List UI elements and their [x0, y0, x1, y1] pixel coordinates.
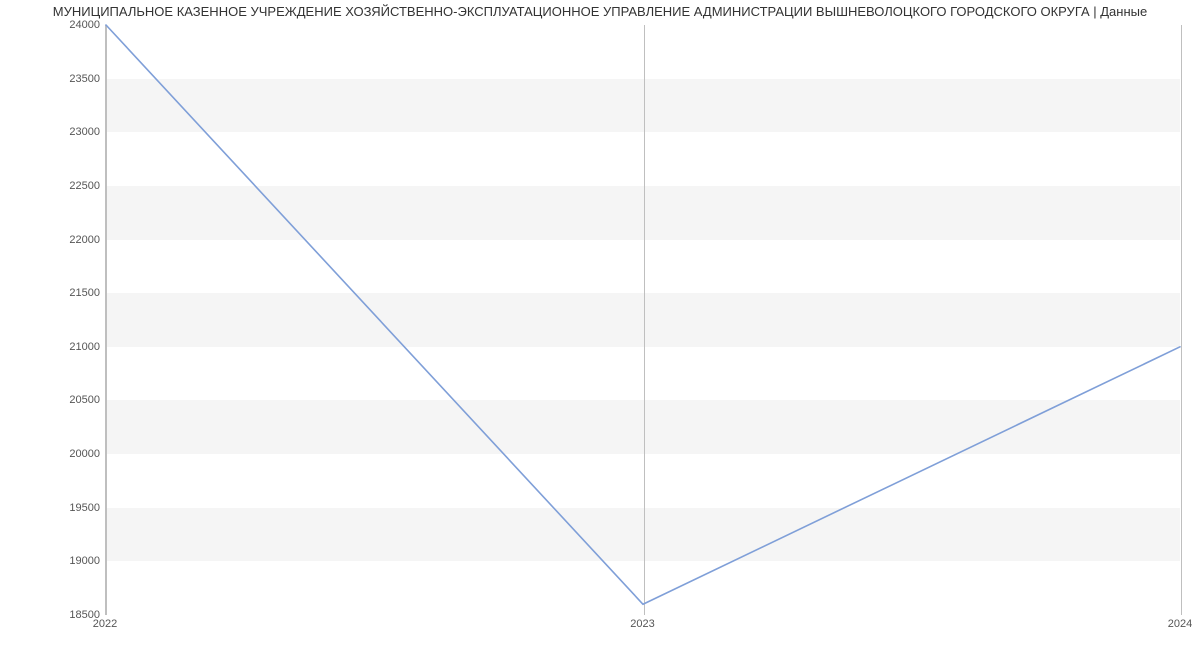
chart-title: МУНИЦИПАЛЬНОЕ КАЗЕННОЕ УЧРЕЖДЕНИЕ ХОЗЯЙС… [0, 4, 1200, 19]
y-axis-tick-label: 23500 [5, 73, 100, 85]
chart-container: МУНИЦИПАЛЬНОЕ КАЗЕННОЕ УЧРЕЖДЕНИЕ ХОЗЯЙС… [0, 0, 1200, 650]
y-axis-tick-label: 18500 [5, 609, 100, 621]
y-axis-tick-label: 21000 [5, 341, 100, 353]
y-axis-tick-label: 23000 [5, 126, 100, 138]
y-axis-tick-label: 24000 [5, 19, 100, 31]
grid-line-vertical [1181, 25, 1182, 615]
x-axis-tick-label: 2022 [93, 618, 117, 630]
y-axis-tick-label: 20500 [5, 394, 100, 406]
x-axis-tick-label: 2024 [1168, 618, 1192, 630]
y-axis-tick-label: 20000 [5, 448, 100, 460]
y-axis-tick-label: 22500 [5, 180, 100, 192]
y-axis-tick-label: 19500 [5, 502, 100, 514]
line-series [106, 25, 1180, 615]
y-axis-tick-label: 22000 [5, 234, 100, 246]
series-line [106, 25, 1180, 604]
y-axis-tick-label: 19000 [5, 555, 100, 567]
y-axis-tick-label: 21500 [5, 287, 100, 299]
plot-area [105, 25, 1180, 615]
x-axis-tick-label: 2023 [630, 618, 654, 630]
